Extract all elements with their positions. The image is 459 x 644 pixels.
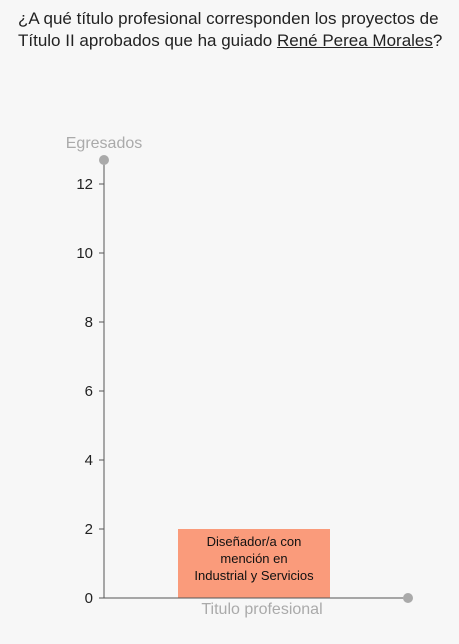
x-axis-end-marker [403, 593, 413, 603]
y-axis-ticks: 0 2 4 6 8 10 12 [76, 176, 104, 607]
y-tick-label: 2 [85, 521, 93, 538]
x-axis-title: Titulo profesional [201, 601, 322, 618]
bars: Diseñador/a con mención en Industrial y Se… [178, 529, 330, 598]
y-tick-label: 12 [76, 176, 93, 193]
y-axis-title: Egresados [66, 135, 143, 152]
bar-category-label: mención en [220, 551, 287, 566]
bar-chart: 0 2 4 6 8 10 12 Diseñador/a con mención en Indus… [66, 135, 413, 618]
y-tick-label: 8 [85, 314, 93, 331]
y-tick-label: 6 [85, 383, 93, 400]
bar-category-label: Industrial y Servicios [194, 568, 314, 583]
y-tick-label: 0 [85, 590, 93, 607]
bar-category-label: Diseñador/a con [207, 534, 302, 549]
y-tick-label: 10 [76, 245, 93, 262]
y-tick-label: 4 [85, 452, 93, 469]
y-axis-end-marker [99, 155, 109, 165]
